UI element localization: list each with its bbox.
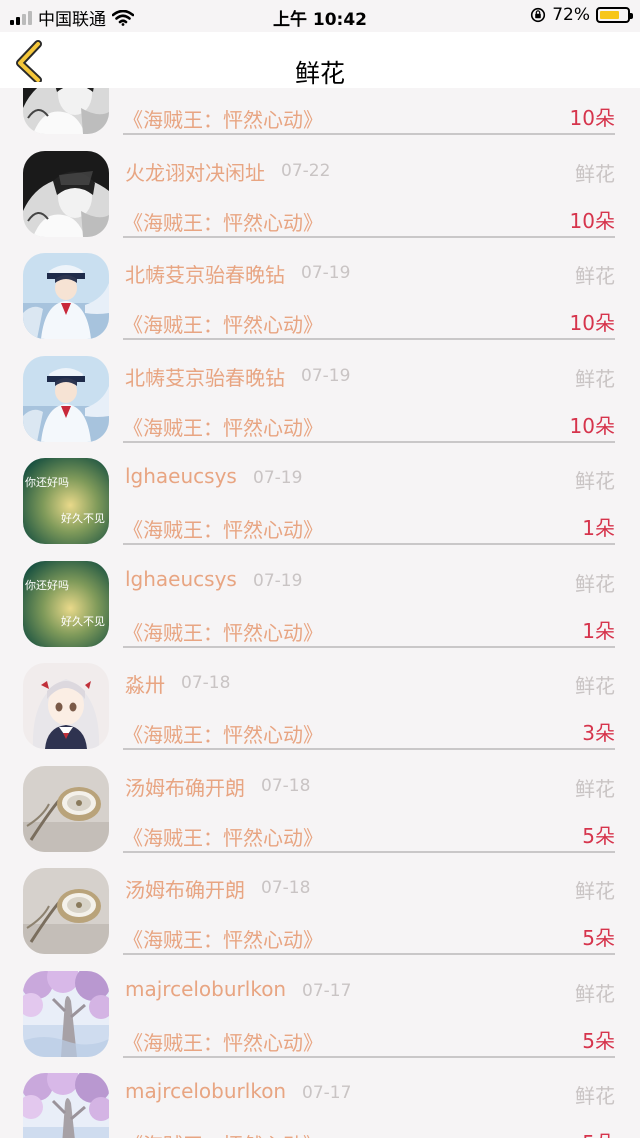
gift-date: 07-19 (253, 570, 303, 591)
divider (123, 133, 615, 135)
avatar[interactable] (23, 868, 109, 954)
flower-count: 5朵 (582, 926, 615, 950)
divider (123, 645, 615, 648)
gift-type: 鲜花 (575, 776, 615, 801)
sender-name[interactable]: 淼卅 (125, 669, 165, 698)
nav-bar: 鲜花 (0, 32, 640, 88)
sender-name[interactable]: 北帱芟京骀春晚钻 (125, 362, 285, 391)
flower-count: 5朵 (582, 1028, 615, 1053)
list-item[interactable]: 《海贼王：怦然心动》 10朵 (0, 88, 640, 137)
work-title[interactable]: 《海贼王：怦然心动》 (123, 924, 323, 953)
divider (123, 543, 615, 545)
gift-type: 鲜花 (575, 161, 615, 186)
list-item[interactable]: 汤姆布确开朗 07-18 鲜花《海贼王：怦然心动》 5朵 (0, 854, 640, 957)
work-title[interactable]: 《海贼王：怦然心动》 (123, 1129, 323, 1138)
avatar-caption: 你还好吗 (25, 476, 69, 489)
divider (123, 850, 615, 853)
avatar[interactable] (23, 1073, 109, 1138)
avatar[interactable] (23, 150, 109, 237)
sender-name[interactable]: majrceloburlkon (125, 1079, 286, 1103)
work-title[interactable]: 《海贼王：怦然心动》 (123, 514, 323, 543)
gift-type: 鲜花 (575, 981, 615, 1006)
avatar[interactable] (23, 765, 109, 852)
avatar[interactable] (23, 970, 109, 1057)
sender-name[interactable]: 火龙诩对决闲址 (125, 157, 265, 186)
flower-count: 10朵 (569, 311, 615, 335)
list-item[interactable]: 火龙诩对决闲址 07-22 鲜花《海贼王：怦然心动》 10朵 (0, 137, 640, 240)
flower-count: 10朵 (569, 413, 615, 438)
avatar-caption: 你还好吗 (25, 578, 69, 592)
battery-percent: 72% (552, 5, 590, 25)
avatar-caption: 好久不见 (61, 614, 105, 628)
flower-count: 10朵 (569, 208, 615, 233)
gift-date: 07-17 (302, 1083, 352, 1103)
avatar[interactable]: 你还好吗好久不见 (23, 560, 109, 647)
status-bar: 中国联通 上午 10:42 72% (0, 0, 640, 32)
work-title[interactable]: 《海贼王：怦然心动》 (123, 617, 323, 646)
gift-date: 07-19 (301, 365, 351, 386)
status-right: 72% (530, 5, 633, 25)
flower-count: 5朵 (582, 1127, 615, 1138)
sender-name[interactable]: 汤姆布确开朗 (125, 772, 245, 801)
page-title: 鲜花 (294, 59, 345, 88)
avatar[interactable] (23, 663, 109, 749)
divider (123, 953, 615, 955)
divider (123, 748, 615, 750)
flower-count: 1朵 (582, 516, 615, 540)
avatar-caption: 好久不见 (61, 512, 105, 525)
list-item[interactable]: 北帱芟京骀春晚钻 07-19 鲜花《海贼王：怦然心动》 10朵 (0, 342, 640, 445)
work-title[interactable]: 《海贼王：怦然心动》 (123, 207, 323, 236)
flower-count: 10朵 (569, 106, 615, 130)
work-title[interactable]: 《海贼王：怦然心动》 (123, 412, 323, 441)
flower-count: 3朵 (582, 721, 615, 745)
work-title[interactable]: 《海贼王：怦然心动》 (123, 822, 323, 851)
gift-date: 07-19 (301, 263, 351, 283)
battery-icon (596, 7, 633, 23)
list-item[interactable]: 淼卅 07-18 鲜花《海贼王：怦然心动》 3朵 (0, 649, 640, 752)
gift-type: 鲜花 (575, 674, 615, 698)
list-item[interactable]: 北帱芟京骀春晚钻 07-19 鲜花《海贼王：怦然心动》 10朵 (0, 239, 640, 342)
rotation-lock-icon (531, 7, 546, 23)
gift-type: 鲜花 (575, 1084, 615, 1108)
gift-date: 07-18 (261, 878, 311, 898)
battery-fill (600, 11, 619, 19)
work-title[interactable]: 《海贼王：怦然心动》 (123, 104, 323, 133)
list-item[interactable]: 你还好吗好久不见 lghaeucsys 07-19 鲜花《海贼王：怦然心动》 1朵 (0, 547, 640, 650)
sender-name[interactable]: 汤姆布确开朗 (125, 874, 245, 903)
divider (123, 338, 615, 340)
list-item[interactable]: 汤姆布确开朗 07-18 鲜花《海贼王：怦然心动》 5朵 (0, 752, 640, 855)
gift-date: 07-17 (302, 980, 352, 1001)
sender-name[interactable]: lghaeucsys (125, 464, 237, 488)
list-item[interactable]: majrceloburlkon 07-17 鲜花《海贼王：怦然心动》 5朵 (0, 957, 640, 1060)
avatar[interactable] (23, 88, 109, 134)
work-title[interactable]: 《海贼王：怦然心动》 (123, 719, 323, 748)
flower-count: 1朵 (582, 618, 615, 643)
sender-name[interactable]: 北帱芟京骀春晚钻 (125, 259, 285, 288)
divider (123, 440, 615, 443)
work-title[interactable]: 《海贼王：怦然心动》 (123, 1027, 323, 1056)
gift-type: 鲜花 (575, 264, 615, 288)
flower-count: 5朵 (582, 823, 615, 848)
gift-date: 07-18 (261, 775, 311, 796)
divider (123, 235, 615, 238)
gift-date: 07-22 (281, 160, 331, 181)
sender-name[interactable]: lghaeucsys (125, 567, 237, 591)
gift-type: 鲜花 (575, 469, 615, 493)
list-item[interactable]: majrceloburlkon 07-17 鲜花《海贼王：怦然心动》 5朵 (0, 1059, 640, 1138)
avatar[interactable] (23, 253, 109, 339)
list-inner: 《海贼王：怦然心动》 10朵 火龙诩对决闲址 07-22 鲜花 《海贼王：怦然心动》 10… (0, 88, 640, 1138)
divider (123, 1055, 615, 1058)
gift-type: 鲜花 (575, 366, 615, 391)
avatar[interactable]: 你还好吗好久不见 (23, 458, 109, 544)
gift-date: 07-19 (253, 468, 303, 488)
flower-record-list[interactable]: 《海贼王：怦然心动》 10朵 火龙诩对决闲址 07-22 鲜花 《海贼王：怦然心动》 10… (0, 88, 640, 1138)
work-title[interactable]: 《海贼王：怦然心动》 (123, 309, 323, 338)
sender-name[interactable]: majrceloburlkon (125, 977, 286, 1001)
avatar[interactable] (23, 355, 109, 442)
gift-type: 鲜花 (575, 879, 615, 903)
gift-date: 07-18 (181, 673, 231, 693)
list-item[interactable]: 你还好吗好久不见 lghaeucsys 07-19 鲜花《海贼王：怦然心动》 1朵 (0, 444, 640, 547)
gift-type: 鲜花 (575, 571, 615, 596)
